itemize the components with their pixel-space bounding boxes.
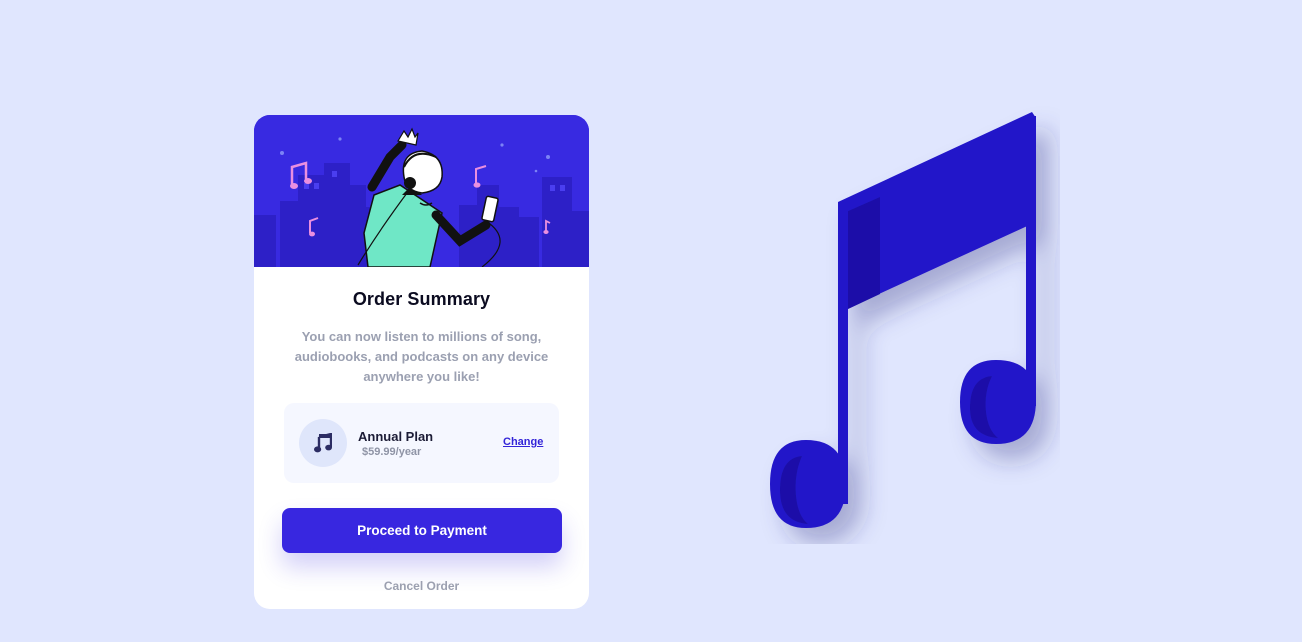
card-title: Order Summary: [352, 289, 491, 309]
card-description: You can now listen to millions of song, …: [294, 329, 549, 384]
plan-name: Annual Plan: [358, 429, 434, 444]
hero-illustration: [254, 115, 589, 267]
change-plan-link[interactable]: Change: [503, 436, 543, 448]
plan-summary: Annual Plan $59.99/year Change: [284, 403, 559, 483]
plan-price: $59.99/year: [362, 446, 422, 458]
large-music-note-icon: [760, 104, 1060, 544]
music-note-icon: [299, 419, 347, 467]
order-summary-card: Order Summary You can now listen to mill…: [254, 115, 589, 609]
proceed-to-payment-button[interactable]: Proceed to Payment: [282, 508, 562, 553]
dancing-person-illustration: [254, 115, 589, 267]
cancel-order-button[interactable]: Cancel Order: [254, 579, 589, 593]
